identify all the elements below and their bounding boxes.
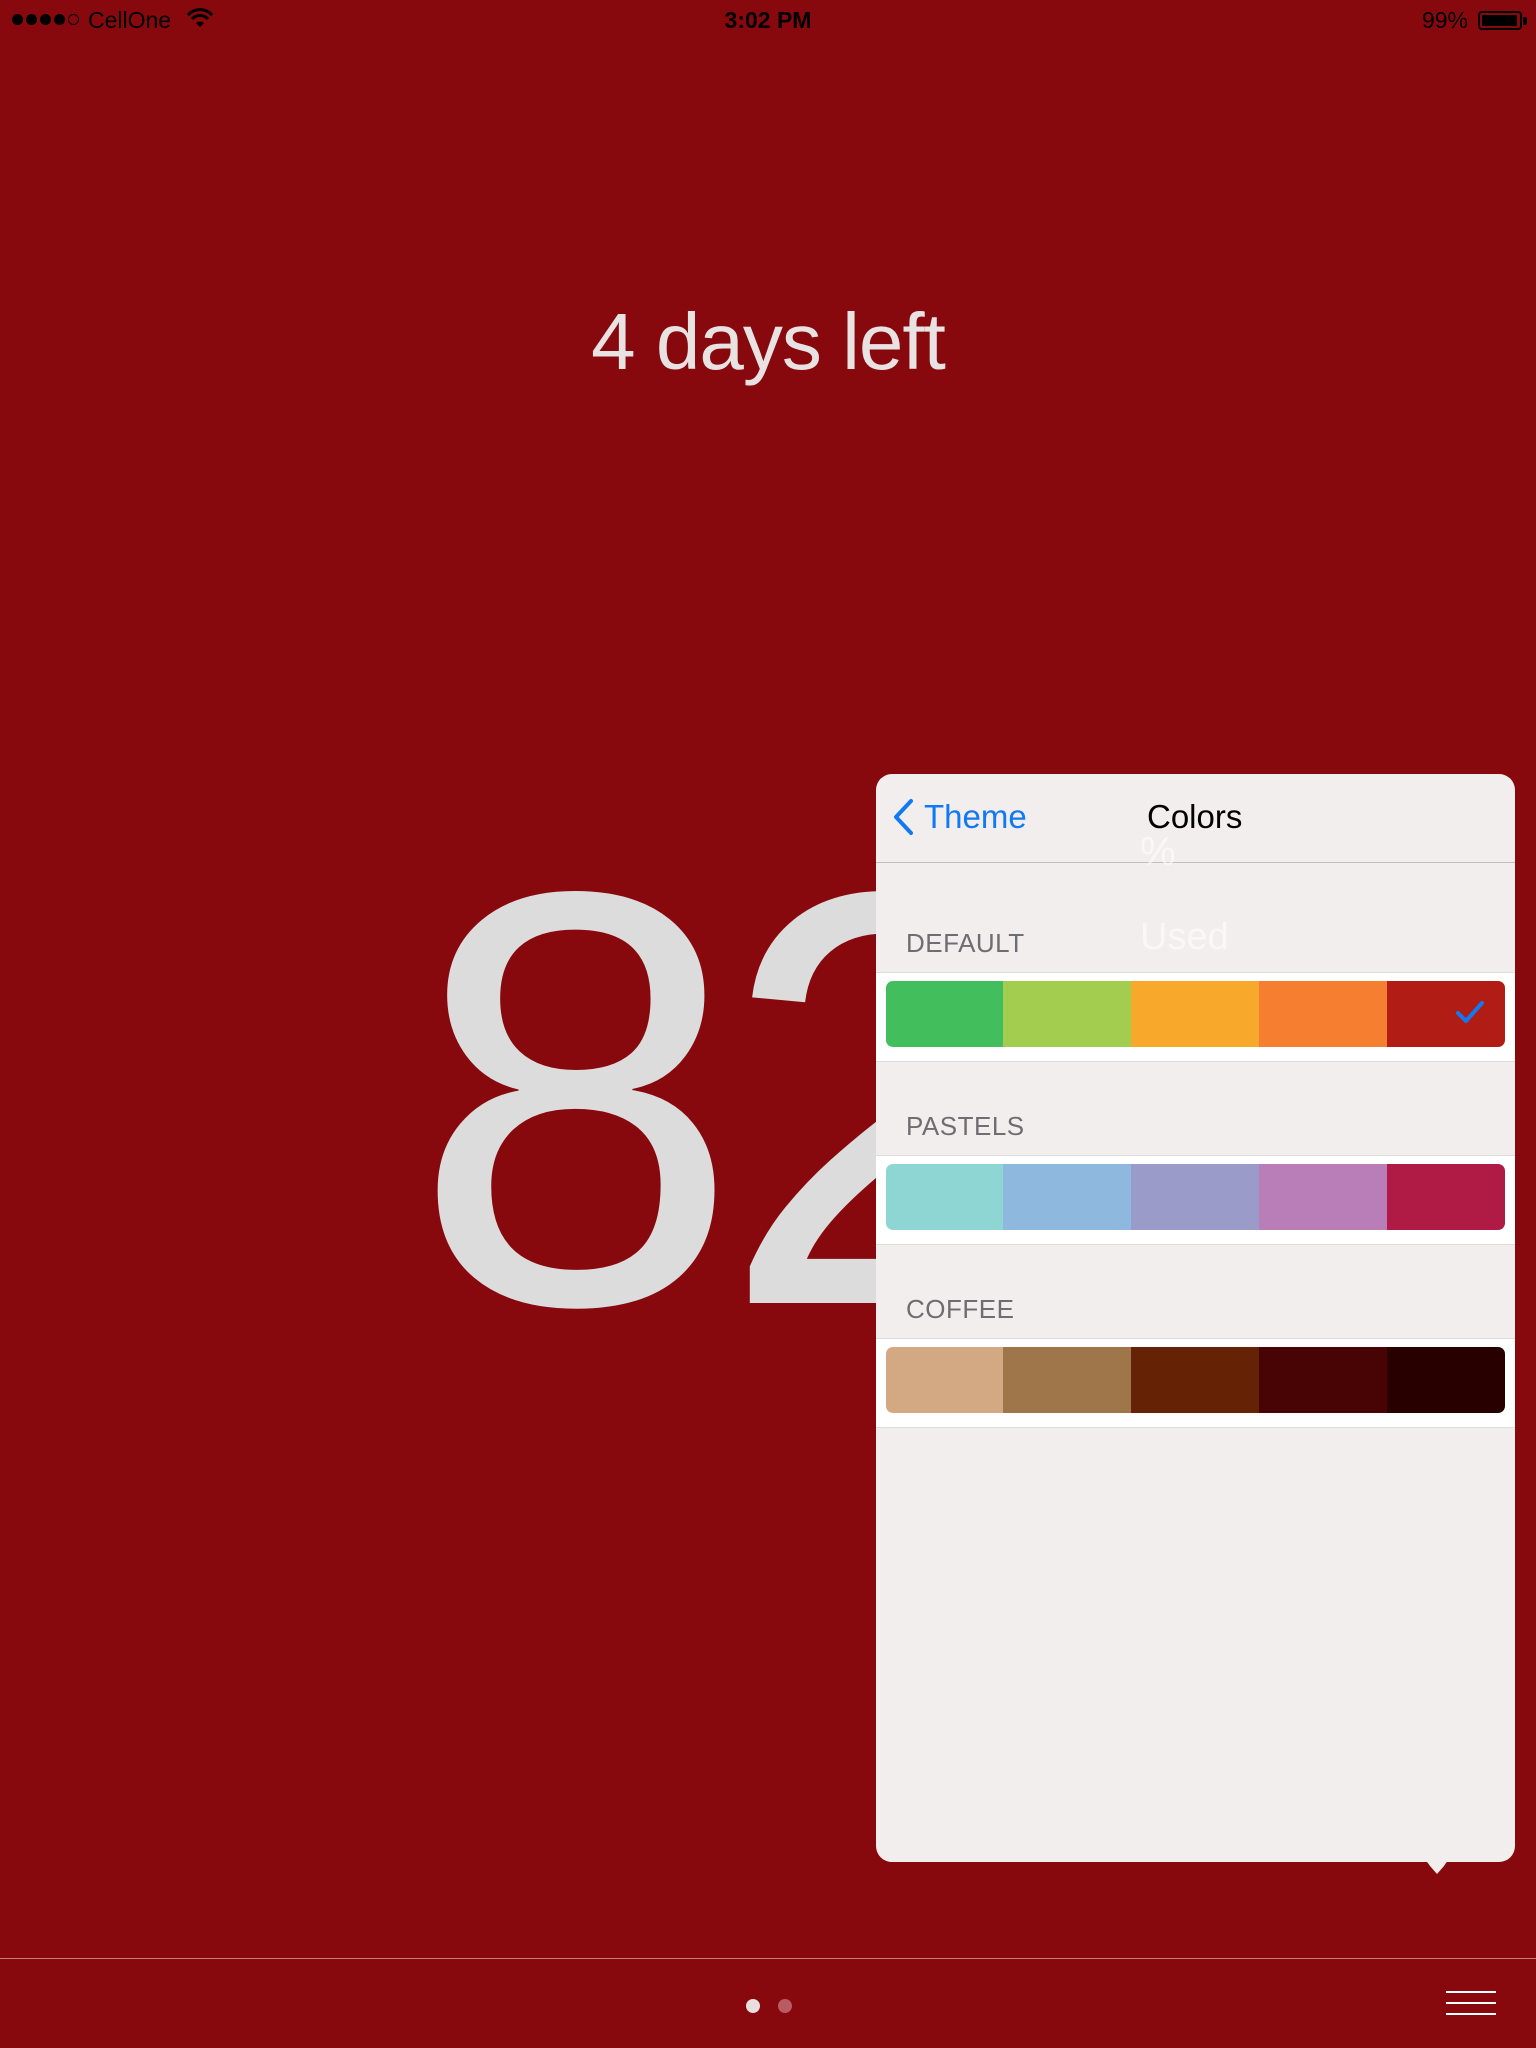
back-button-label: Theme (924, 798, 1027, 835)
section-label-coffee: COFFEE (906, 1294, 1015, 1324)
battery-percent: 99% (1421, 7, 1468, 33)
status-time: 3:02 PM (724, 7, 812, 33)
color-swatches (886, 981, 1505, 1047)
bottom-divider (0, 1958, 1536, 1959)
theme-row-default[interactable] (876, 972, 1515, 1062)
battery-tip (1523, 17, 1527, 25)
color-swatches (886, 1347, 1505, 1413)
theme-row-coffee[interactable] (876, 1338, 1515, 1428)
color-swatch (886, 1347, 1003, 1413)
colors-popover: Theme Colors % Used DEFAULT PASTELS COFF… (876, 774, 1515, 1862)
color-swatch (1003, 981, 1131, 1047)
ghost-percent-text: % (1140, 830, 1176, 874)
color-swatch (1131, 1347, 1259, 1413)
popover-nav-bar: Theme Colors (876, 774, 1515, 863)
section-label-pastels: PASTELS (906, 1111, 1025, 1141)
days-left-label: 4 days left (591, 297, 946, 386)
back-button[interactable]: Theme (892, 798, 1027, 836)
color-swatch (886, 981, 1003, 1047)
status-bar: CellOne 3:02 PM 99% (0, 0, 1536, 42)
color-swatch (1003, 1164, 1131, 1230)
page-indicator-dot[interactable] (778, 1999, 792, 2013)
page-indicator-dot-active[interactable] (746, 1999, 760, 2013)
hamburger-menu-icon (1446, 1991, 1496, 2015)
menu-button[interactable] (1446, 1989, 1496, 2019)
color-swatch (1259, 1164, 1387, 1230)
section-label-default: DEFAULT (906, 928, 1025, 958)
color-swatch (1387, 981, 1505, 1047)
popover-arrow (1416, 1858, 1458, 1874)
checkmark-icon (1456, 1001, 1484, 1023)
color-swatch (1387, 1347, 1505, 1413)
color-swatch (1387, 1164, 1505, 1230)
color-swatch (1003, 1347, 1131, 1413)
color-swatch (1259, 1347, 1387, 1413)
theme-row-pastels[interactable] (876, 1155, 1515, 1245)
color-swatch (1131, 1164, 1259, 1230)
color-swatch (1131, 981, 1259, 1047)
color-swatch (1259, 981, 1387, 1047)
ghost-used-text: Used (1140, 916, 1229, 958)
chevron-left-icon (894, 799, 913, 835)
battery-icon (1478, 11, 1522, 30)
color-swatch (886, 1164, 1003, 1230)
color-swatches (886, 1164, 1505, 1230)
